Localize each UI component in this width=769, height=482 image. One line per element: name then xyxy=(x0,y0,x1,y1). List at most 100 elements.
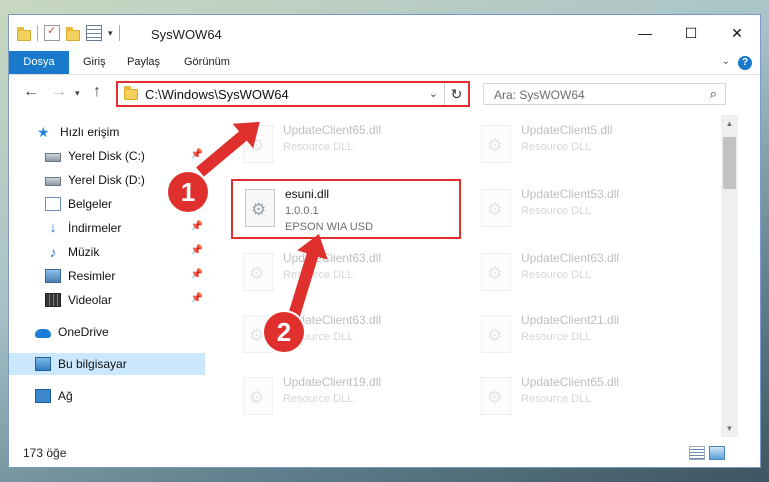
nav-item-downloads[interactable]: ↓ İndirmeler 📌 xyxy=(9,217,205,239)
nav-item-onedrive[interactable]: OneDrive xyxy=(9,321,205,343)
nav-item-label: Resimler xyxy=(68,269,116,283)
pin-icon: 📌 xyxy=(190,221,203,232)
back-arrow-icon[interactable]: ← xyxy=(23,83,39,101)
nav-item-label: Müzik xyxy=(68,245,100,259)
chevron-down-icon[interactable]: ⌄ xyxy=(429,87,438,100)
search-icon[interactable]: ⌕ xyxy=(710,86,717,102)
minimize-button[interactable]: — xyxy=(622,15,668,51)
file-description: Resource DLL xyxy=(283,269,354,281)
scroll-down-icon[interactable]: ▼ xyxy=(721,420,738,437)
pictures-icon xyxy=(45,269,61,283)
help-icon[interactable]: ? xyxy=(738,56,752,70)
search-input[interactable]: Ara: SysWOW64 ⌕ xyxy=(483,83,726,105)
nav-item-this-pc[interactable]: Bu bilgisayar xyxy=(9,353,205,375)
pin-icon: 📌 xyxy=(190,269,203,280)
tab-share[interactable]: Paylaş xyxy=(127,51,160,74)
file-description: Resource DLL xyxy=(521,393,592,405)
dll-file-icon xyxy=(481,189,511,227)
item-count: 173 öğe xyxy=(23,446,67,460)
vertical-scrollbar[interactable]: ▲ ▼ xyxy=(721,115,738,437)
nav-item-label: Videolar xyxy=(68,293,112,307)
file-name: UpdateClient5.dll xyxy=(521,123,613,137)
properties-icon[interactable] xyxy=(44,24,60,41)
folder-icon xyxy=(124,86,138,100)
explorer-window: ▾ SysWOW64 — ☐ ✕ Dosya Giriş Paylaş Görü… xyxy=(8,14,761,468)
file-tile[interactable]: UpdateClient21.dll Resource DLL xyxy=(469,307,699,363)
up-arrow-icon[interactable]: ↑ xyxy=(93,83,101,101)
ribbon-tabs: Dosya Giriş Paylaş Görünüm ⌄ ? xyxy=(9,51,760,75)
file-name: UpdateClient19.dll xyxy=(283,375,382,389)
file-name: UpdateClient53.dll xyxy=(521,187,620,201)
address-path[interactable]: C:\Windows\SysWOW64 xyxy=(145,87,289,102)
nav-item-videos[interactable]: Videolar 📌 xyxy=(9,289,205,311)
videos-icon xyxy=(45,293,61,307)
address-bar[interactable]: C:\Windows\SysWOW64 ⌄ ↻ xyxy=(116,81,470,107)
scroll-thumb[interactable] xyxy=(723,137,736,189)
file-name: UpdateClient65.dll xyxy=(521,375,620,389)
navigation-row: ← → ▾ ↑ C:\Windows\SysWOW64 ⌄ ↻ Ara: Sys… xyxy=(9,77,760,111)
quick-access-toolbar: ▾ xyxy=(17,24,120,41)
tab-file[interactable]: Dosya xyxy=(9,51,69,74)
dll-file-icon xyxy=(481,377,511,415)
nav-item-network[interactable]: Ağ xyxy=(9,385,205,407)
file-description: Resource DLL xyxy=(521,205,592,217)
pin-icon: 📌 xyxy=(190,293,203,304)
file-description: Resource DLL xyxy=(521,331,592,343)
customize-view-icon[interactable] xyxy=(86,25,102,41)
file-description: Resource DLL xyxy=(521,141,592,153)
drive-icon xyxy=(45,177,61,186)
dll-file-icon xyxy=(481,125,511,163)
file-name: UpdateClient63.dll xyxy=(521,251,620,265)
nav-item-label: Yerel Disk (D:) xyxy=(68,173,145,187)
nav-item-quick-access[interactable]: ★ Hızlı erişim xyxy=(9,121,205,143)
network-icon xyxy=(35,389,51,403)
file-tile[interactable]: UpdateClient53.dll Resource DLL xyxy=(469,181,699,237)
file-tile[interactable]: UpdateClient5.dll Resource DLL xyxy=(469,117,699,173)
recent-locations-icon[interactable]: ▾ xyxy=(75,88,80,99)
dll-file-icon xyxy=(243,377,273,415)
dll-file-icon xyxy=(481,253,511,291)
maximize-button[interactable]: ☐ xyxy=(668,15,714,51)
pin-icon: 📌 xyxy=(190,245,203,256)
tab-home[interactable]: Giriş xyxy=(83,51,106,74)
toolbar-separator xyxy=(118,25,120,41)
large-icons-view-icon[interactable] xyxy=(709,446,725,460)
tab-view[interactable]: Görünüm xyxy=(184,51,230,74)
new-folder-icon[interactable] xyxy=(66,26,80,41)
documents-icon xyxy=(45,197,61,211)
file-tile-esuni-dll[interactable]: esuni.dll 1.0.0.1 EPSON WIA USD xyxy=(231,179,461,239)
details-view-icon[interactable] xyxy=(689,446,705,460)
refresh-icon[interactable]: ↻ xyxy=(444,83,468,105)
close-button[interactable]: ✕ xyxy=(714,15,760,51)
status-bar: 173 öğe xyxy=(9,439,760,467)
nav-item-music[interactable]: ♪ Müzik 📌 xyxy=(9,241,205,263)
file-description: Resource DLL xyxy=(283,393,354,405)
nav-item-pictures[interactable]: Resimler 📌 xyxy=(9,265,205,287)
nav-item-label: Ağ xyxy=(58,389,73,403)
file-tile[interactable]: UpdateClient63.dll Resource DLL xyxy=(469,245,699,301)
step-badge-2: 2 xyxy=(264,312,304,352)
onedrive-icon xyxy=(35,329,51,338)
download-icon: ↓ xyxy=(49,219,57,236)
scroll-up-icon[interactable]: ▲ xyxy=(721,115,738,132)
nav-item-local-disk-c[interactable]: Yerel Disk (C:) 📌 xyxy=(9,145,205,167)
step-badge-1: 1 xyxy=(168,172,208,212)
chevron-down-icon[interactable]: ▾ xyxy=(108,28,113,39)
file-description: EPSON WIA USD xyxy=(285,221,374,233)
file-tile[interactable]: UpdateClient63.dll Resource DLL xyxy=(231,245,461,301)
nav-item-label: İndirmeler xyxy=(68,221,122,235)
star-icon: ★ xyxy=(37,124,50,140)
file-tile[interactable]: UpdateClient19.dll Resource DLL xyxy=(231,369,461,425)
dll-file-icon xyxy=(243,253,273,291)
file-version: 1.0.0.1 xyxy=(285,205,319,217)
forward-arrow-icon[interactable]: → xyxy=(51,83,67,101)
expand-ribbon-icon[interactable]: ⌄ xyxy=(722,56,730,67)
file-tile[interactable]: UpdateClient65.dll Resource DLL xyxy=(231,117,461,173)
window-title: SysWOW64 xyxy=(151,27,222,42)
dll-file-icon xyxy=(245,189,275,227)
search-placeholder: Ara: SysWOW64 xyxy=(494,88,585,102)
nav-item-label: Belgeler xyxy=(68,197,113,211)
file-tile[interactable]: UpdateClient65.dll Resource DLL xyxy=(469,369,699,425)
file-list: UpdateClient65.dll Resource DLL UpdateCl… xyxy=(215,115,721,435)
navigation-pane: ★ Hızlı erişim Yerel Disk (C:) 📌 Yerel D… xyxy=(9,119,207,439)
